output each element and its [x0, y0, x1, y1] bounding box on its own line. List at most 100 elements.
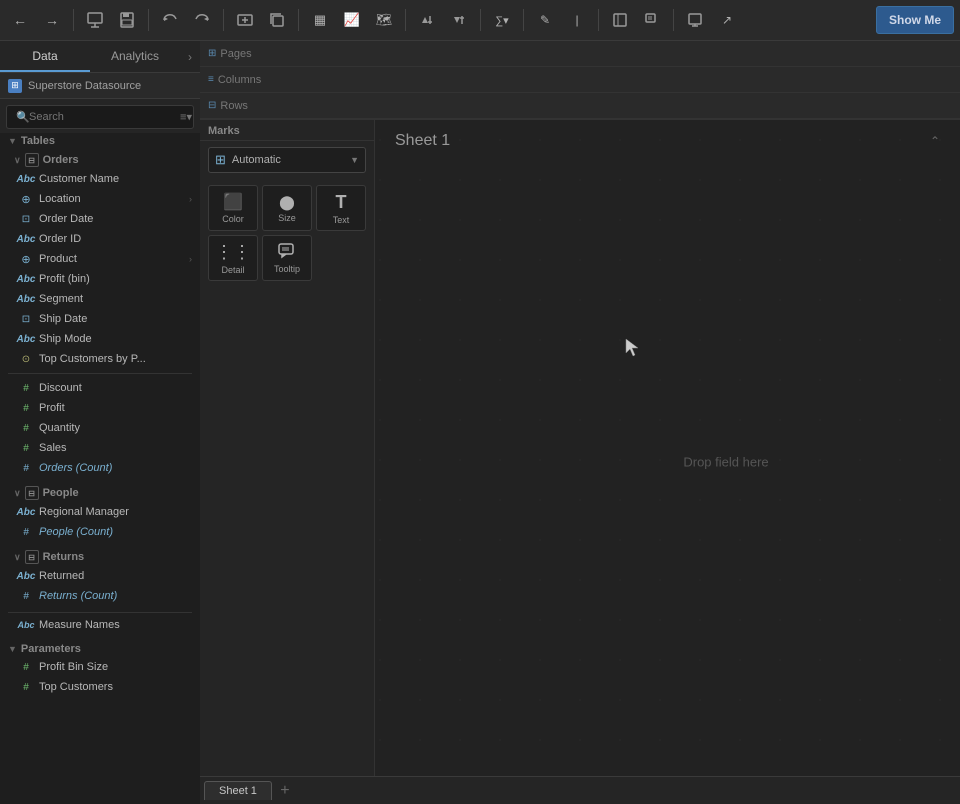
tooltip-button[interactable] — [638, 6, 666, 34]
field-order-date[interactable]: ⊡ Order Date — [0, 209, 200, 229]
separator-3 — [223, 9, 224, 31]
canvas-collapse-icon[interactable]: ⌃ — [930, 134, 940, 148]
field-type-sales-icon: # — [18, 440, 34, 456]
tab-settings-icon[interactable]: › — [180, 41, 200, 72]
field-profit-bin[interactable]: Abc Profit (bin) — [0, 269, 200, 289]
duplicate-button[interactable] — [263, 6, 291, 34]
people-group-header[interactable]: ∨ ⊟ People — [0, 482, 200, 502]
field-top-customers-param[interactable]: # Top Customers — [0, 677, 200, 697]
redo-button[interactable] — [188, 6, 216, 34]
field-returned[interactable]: Abc Returned — [0, 566, 200, 586]
field-orders-count-label: Orders (Count) — [39, 462, 112, 474]
field-type-pcount-icon: # — [18, 524, 34, 540]
marks-text-icon: T — [336, 192, 347, 213]
search-input[interactable] — [6, 105, 194, 129]
people-group-label: People — [43, 487, 79, 499]
columns-shelf-label: ≡ Columns — [208, 74, 263, 86]
field-top-customers[interactable]: ⊙ Top Customers by P... — [0, 349, 200, 369]
map-button[interactable]: 🗺 — [370, 6, 398, 34]
pages-drop-area[interactable] — [269, 44, 952, 64]
tab-analytics[interactable]: Analytics — [90, 41, 180, 72]
marks-detail-btn[interactable]: ⋮⋮ Detail — [208, 235, 258, 281]
back-button[interactable]: ← — [6, 6, 34, 34]
save-button[interactable] — [113, 6, 141, 34]
field-orders-count[interactable]: # Orders (Count) — [0, 458, 200, 478]
field-type-shipmode-icon: Abc — [18, 331, 34, 347]
sheet-tab-1[interactable]: Sheet 1 — [204, 781, 272, 800]
show-me-button[interactable]: Show Me — [876, 6, 954, 34]
highlight-button[interactable]: | — [563, 6, 591, 34]
forward-button[interactable]: → — [38, 6, 66, 34]
separator-4 — [298, 9, 299, 31]
sheet-tabs: Sheet 1 + — [200, 776, 960, 804]
rows-drop-area[interactable] — [269, 96, 952, 116]
marks-color-icon: ⬛ — [223, 192, 243, 212]
field-discount-label: Discount — [39, 382, 82, 394]
marks-size-label: Size — [278, 213, 296, 223]
field-location[interactable]: ⊕ Location › — [0, 189, 200, 209]
field-product[interactable]: ⊕ Product › — [0, 249, 200, 269]
field-type-geo-icon: ⊕ — [18, 191, 34, 207]
columns-drop-area[interactable] — [269, 70, 952, 90]
rows-shelf: ⊟ Rows — [200, 93, 960, 119]
marks-type-dropdown[interactable]: ⊞ Automatic ▼ — [208, 147, 366, 173]
field-type-orderid-icon: Abc — [18, 231, 34, 247]
new-sheet-button[interactable] — [231, 6, 259, 34]
undo-button[interactable] — [156, 6, 184, 34]
marks-color-label: Color — [222, 214, 244, 224]
marks-text-btn[interactable]: T Text — [316, 185, 366, 231]
field-measure-names-label: Measure Names — [39, 619, 120, 631]
marks-size-btn[interactable]: ⬤ Size — [262, 185, 312, 231]
datasource-name[interactable]: Superstore Datasource — [28, 80, 141, 92]
aggregate-button[interactable]: ∑▾ — [488, 6, 516, 34]
filter-icon[interactable]: ≡▾ — [180, 111, 192, 124]
line-chart-button[interactable]: 📈 — [338, 6, 366, 34]
sort-desc-button[interactable] — [445, 6, 473, 34]
tables-section-header[interactable]: ▼ Tables — [0, 131, 200, 149]
tables-collapse-icon: ▼ — [8, 136, 17, 146]
drop-field-here: Drop field here — [683, 455, 768, 470]
field-profit[interactable]: # Profit — [0, 398, 200, 418]
field-type-string-icon: Abc — [18, 171, 34, 187]
orders-group-header[interactable]: ∨ ⊟ Orders — [0, 149, 200, 169]
field-ship-date[interactable]: ⊡ Ship Date — [0, 309, 200, 329]
field-discount[interactable]: # Discount — [0, 378, 200, 398]
share-button[interactable]: ↗ — [713, 6, 741, 34]
parameters-collapse-icon: ▼ — [8, 644, 17, 654]
field-returns-count-label: Returns (Count) — [39, 590, 117, 602]
field-profit-bin-size-label: Profit Bin Size — [39, 661, 108, 673]
field-regional-manager[interactable]: Abc Regional Manager — [0, 502, 200, 522]
present-button[interactable] — [681, 6, 709, 34]
field-type-date-icon: ⊡ — [18, 211, 34, 227]
annotate-button[interactable]: ✎ — [531, 6, 559, 34]
field-returned-label: Returned — [39, 570, 84, 582]
field-type-returned-icon: Abc — [18, 568, 34, 584]
field-order-id[interactable]: Abc Order ID — [0, 229, 200, 249]
field-quantity[interactable]: # Quantity — [0, 418, 200, 438]
canvas-area: Marks ⊞ Automatic ▼ ⬛ Color ⬤ Size T Tex… — [200, 120, 960, 804]
pages-icon: ⊞ — [208, 48, 216, 59]
field-sales[interactable]: # Sales — [0, 438, 200, 458]
sort-asc-button[interactable] — [413, 6, 441, 34]
field-measure-names[interactable]: Abc Measure Names — [0, 615, 200, 635]
field-segment[interactable]: Abc Segment — [0, 289, 200, 309]
field-type-mn-icon: Abc — [18, 617, 34, 633]
marks-header: Marks — [200, 120, 374, 141]
returns-group-header[interactable]: ∨ ⊟ Returns — [0, 546, 200, 566]
field-ship-mode[interactable]: Abc Ship Mode — [0, 329, 200, 349]
marks-tooltip-btn[interactable]: Tooltip — [262, 235, 312, 281]
marks-tooltip-icon — [278, 243, 296, 262]
add-sheet-button[interactable]: + — [274, 780, 296, 802]
new-datasource-button[interactable] — [81, 6, 109, 34]
bar-chart-button[interactable]: ▦ — [306, 6, 334, 34]
field-people-count[interactable]: # People (Count) — [0, 522, 200, 542]
canvas-content[interactable]: Sheet 1 ⌃ Drop field here — [375, 120, 960, 804]
tab-data[interactable]: Data — [0, 41, 90, 72]
rows-shelf-label: ⊟ Rows — [208, 100, 263, 112]
field-customer-name[interactable]: Abc Customer Name — [0, 169, 200, 189]
field-returns-count[interactable]: # Returns (Count) — [0, 586, 200, 606]
size-button[interactable] — [606, 6, 634, 34]
parameters-section-header[interactable]: ▼ Parameters — [0, 639, 200, 657]
marks-color-btn[interactable]: ⬛ Color — [208, 185, 258, 231]
field-profit-bin-size[interactable]: # Profit Bin Size — [0, 657, 200, 677]
